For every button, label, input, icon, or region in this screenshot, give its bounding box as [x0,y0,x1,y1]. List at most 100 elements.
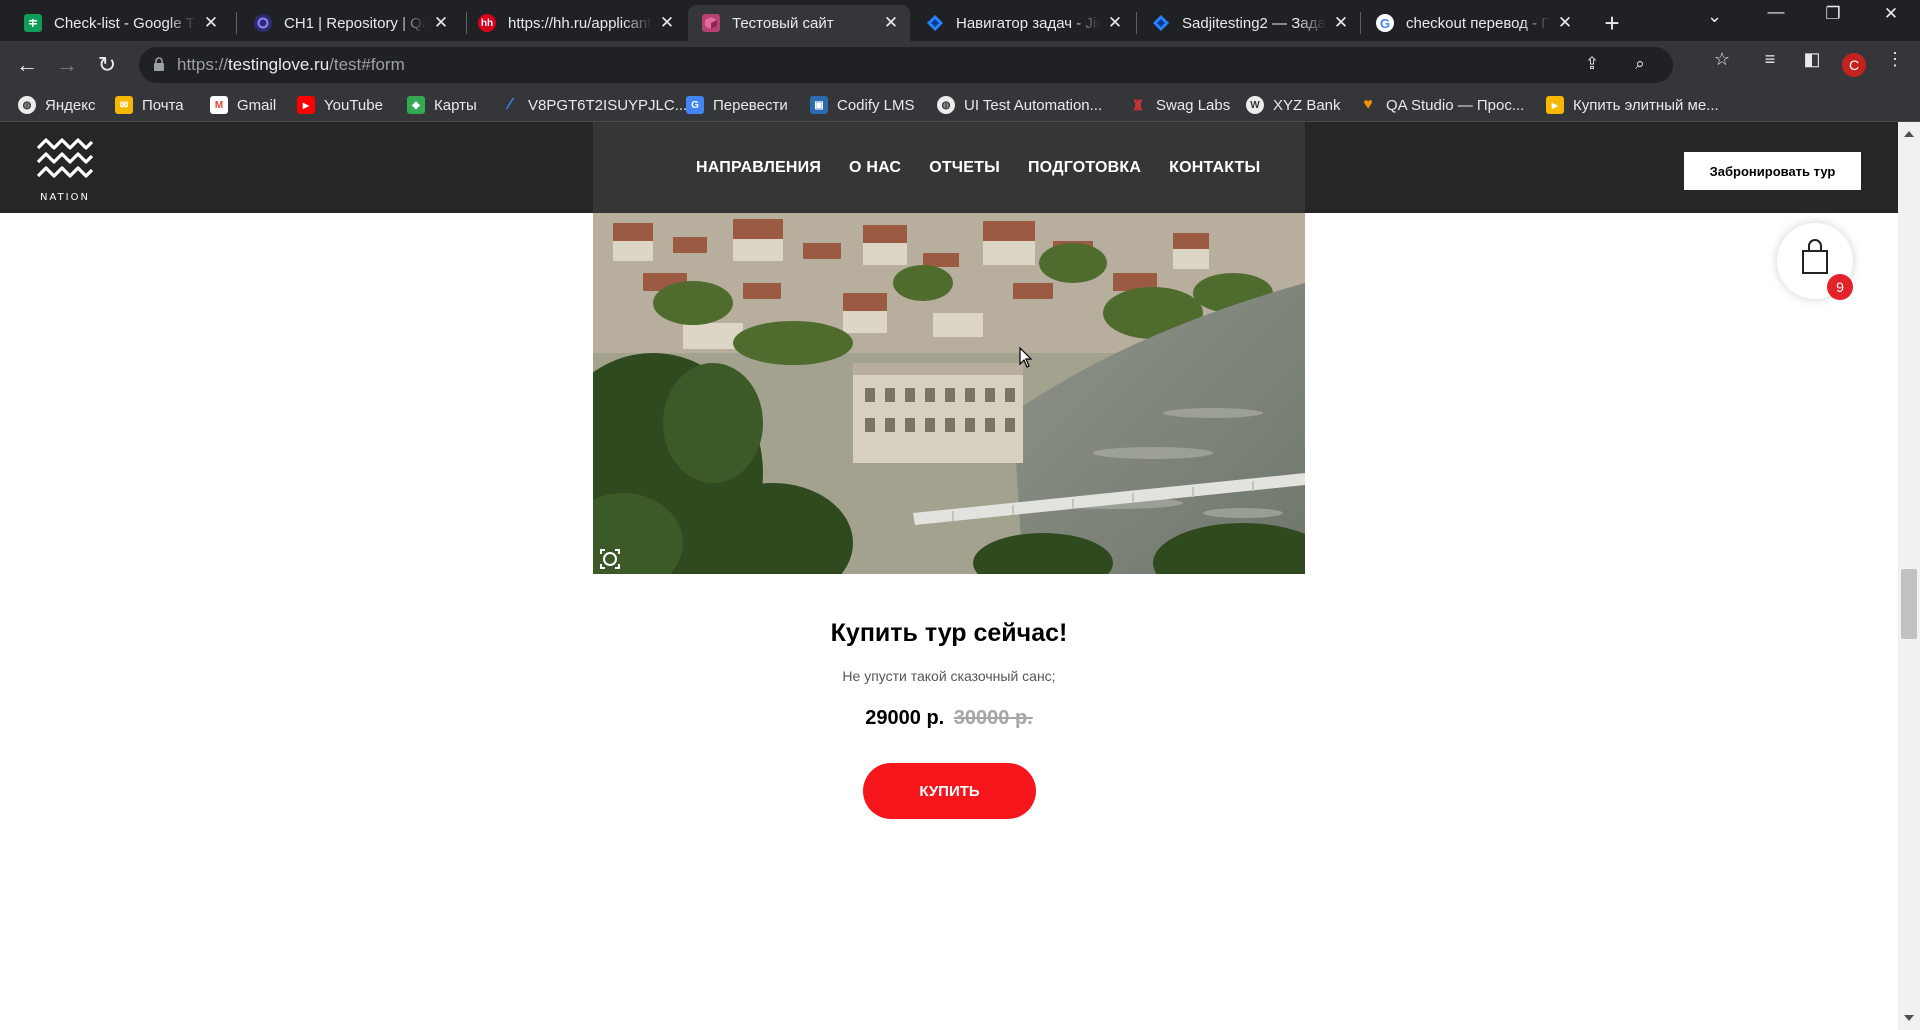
url-text: https://testinglove.ru/test#form [177,55,405,74]
zoom-icon[interactable]: ⌕ [1628,54,1652,74]
cart-button[interactable]: 9 [1777,223,1853,300]
wordpress-icon: W [1246,96,1264,114]
translate-icon: G [686,96,704,114]
tab-search-chevron-icon[interactable]: ⌄ [1707,6,1722,27]
tab-google-search[interactable]: G checkout перевод - Поиск ✕ [1362,5,1584,41]
page-viewport: NATION НАПРАВЛЕНИЯ О НАС ОТЧЕТЫ ПОДГОТОВ… [0,122,1920,1030]
tab-hh[interactable]: hh https://hh.ru/applicant ✕ [464,5,686,41]
tab-title: https://hh.ru/applicant [508,14,652,32]
share-icon[interactable]: ⇪ [1580,54,1604,74]
site-header: NATION НАПРАВЛЕНИЯ О НАС ОТЧЕТЫ ПОДГОТОВ… [0,122,1898,213]
bookmark-youtube[interactable]: ▶ YouTube [297,95,383,115]
youtube-icon: ▶ [297,96,315,114]
logo-text: NATION [40,192,90,203]
close-icon[interactable]: ✕ [1106,13,1124,33]
menu-kebab-icon[interactable]: ⋮ [1883,49,1907,70]
heart-icon: ♥ [1363,96,1373,113]
bookmark-kupit[interactable]: ▶ Купить элитный ме... [1546,95,1719,115]
reading-list-icon[interactable]: ≡ [1758,49,1782,70]
close-icon[interactable]: ✕ [1332,13,1350,33]
bookmark-swag-labs[interactable]: ♜ Swag Labs [1129,95,1231,115]
menu-item-contacts[interactable]: КОНТАКТЫ [1169,159,1260,177]
browser-toolbar: ← → ↻ https://testinglove.ru/test#form ⌕… [0,41,1920,88]
tab-title: Check-list - Google Таблицы [54,14,196,32]
jira-icon [1152,14,1170,32]
window-close-icon[interactable]: ✕ [1877,4,1905,24]
bookmark-codify[interactable]: ▣ Codify LMS [810,95,915,115]
tab-title: Sadjitesting2 — Задачи [1182,14,1326,32]
waves-logo-icon [36,138,94,178]
cube-icon [702,14,720,32]
cart-count-badge: 9 [1827,274,1853,300]
globe-icon: ◍ [937,96,955,114]
mail-icon: ✉ [115,96,133,114]
menu-item-about[interactable]: О НАС [849,159,901,177]
menu-item-directions[interactable]: НАПРАВЛЕНИЯ [696,159,821,177]
lock-icon [154,57,164,71]
tab-title: Тестовый сайт [732,14,834,32]
bookmark-xyz-bank[interactable]: W XYZ Bank [1246,95,1341,115]
bookmark-pochta[interactable]: ✉ Почта [115,95,184,115]
swag-icon: ♜ [1131,96,1145,113]
bookmark-star-icon[interactable]: ☆ [1710,49,1734,70]
tab-qase[interactable]: CH1 | Repository | Qase ✕ [240,5,460,41]
play-icon: ▶ [1546,96,1564,114]
close-icon[interactable]: ✕ [658,13,676,33]
sheets-icon [24,14,42,32]
minimize-icon[interactable]: — [1762,2,1790,22]
hh-icon: hh [478,14,496,32]
menu-item-preparation[interactable]: ПОДГОТОВКА [1028,159,1141,177]
tab-test-site[interactable]: Тестовый сайт ✕ [688,5,910,41]
maps-icon: ◆ [407,96,425,114]
jira-icon [926,14,944,32]
tab-jira-navigator[interactable]: Навигатор задач - Jira ✕ [912,5,1134,41]
tab-title: checkout перевод - Поиск [1406,14,1550,32]
close-icon[interactable]: ✕ [432,13,450,33]
nation-logo[interactable]: NATION [36,136,94,203]
codify-icon: ▣ [810,96,828,114]
main-menu: НАПРАВЛЕНИЯ О НАС ОТЧЕТЫ ПОДГОТОВКА КОНТ… [696,159,1260,177]
close-icon[interactable]: ✕ [202,13,220,33]
bookmark-gmail[interactable]: M Gmail [210,95,276,115]
product-description: Не упусти такой сказочный санс; [842,668,1056,684]
browser-tab-bar: Check-list - Google Таблицы ✕ CH1 | Repo… [0,0,1920,41]
reload-icon[interactable]: ↻ [93,51,121,79]
gmail-icon: M [210,96,228,114]
forward-arrow-icon[interactable]: → [53,51,81,79]
page-scrollbar[interactable] [1898,122,1920,1030]
close-icon[interactable]: ✕ [882,13,900,33]
google-icon: G [1376,14,1394,32]
buy-button[interactable]: КУПИТЬ [863,763,1036,819]
new-tab-button[interactable]: + [1598,8,1626,39]
bookmark-qa-studio[interactable]: ♥ QA Studio — Прос... [1359,95,1524,115]
menu-item-reports[interactable]: ОТЧЕТЫ [929,159,1000,177]
tab-title: Навигатор задач - Jira [956,14,1100,32]
address-bar[interactable]: https://testinglove.ru/test#form ⌕ ⇪ [139,47,1673,83]
fullscreen-zoom-icon[interactable] [600,549,620,569]
tab-jira-tasks[interactable]: Sadjitesting2 — Задачи ✕ [1138,5,1360,41]
mouse-cursor-icon [1019,347,1033,368]
back-arrow-icon[interactable]: ← [13,51,41,79]
town-river-image [593,213,1305,574]
tab-check-list[interactable]: Check-list - Google Таблицы ✕ [10,5,230,41]
book-tour-button[interactable]: Забронировать тур [1684,152,1861,190]
bookmark-v8pgt[interactable]: ⁄ V8PGT6T2ISUYPJLC... [501,95,688,115]
profile-avatar[interactable]: C [1842,53,1866,77]
close-icon[interactable]: ✕ [1556,13,1574,33]
bookmark-ui-test-automation[interactable]: ◍ UI Test Automation... [937,95,1102,115]
bookmark-maps[interactable]: ◆ Карты [407,95,477,115]
bookmark-translate[interactable]: G Перевести [686,95,788,115]
side-panel-icon[interactable]: ◧ [1800,49,1824,70]
price-row: 29000 р. 30000 р. [0,707,1898,730]
slash-icon: ⁄ [508,96,512,113]
price-old: 30000 р. [953,707,1033,729]
restore-icon[interactable]: ❐ [1819,4,1847,24]
scroll-up-arrow-icon[interactable] [1904,131,1914,137]
price-new: 29000 р. [865,707,945,729]
scroll-down-arrow-icon[interactable] [1904,1015,1914,1021]
bookmark-yandex[interactable]: ◍ Яндекс [18,95,95,115]
bookmarks-bar: ◍ Яндекс ✉ Почта M Gmail ▶ YouTube ◆ Карты ⁄ V… [0,88,1920,122]
scroll-thumb[interactable] [1901,569,1917,639]
tour-image[interactable] [593,213,1305,574]
qase-icon [254,14,272,32]
